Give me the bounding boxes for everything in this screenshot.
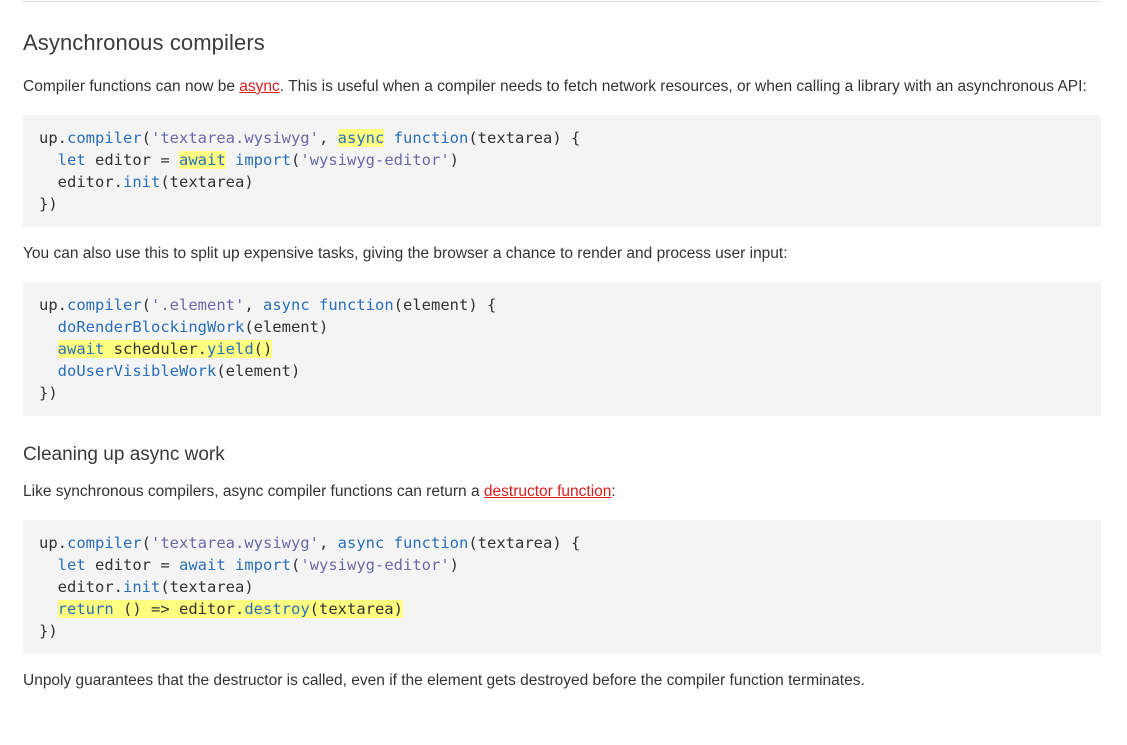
code-block-async-compiler: up.compiler('textarea.wysiwyg', async fu… <box>23 115 1101 227</box>
paragraph-split-tasks: You can also use this to split up expens… <box>23 245 788 262</box>
subsection-intro: Like synchronous compilers, async compil… <box>23 483 616 500</box>
section-intro: Compiler functions can now be async. Thi… <box>23 78 1087 95</box>
subsection-heading: Cleaning up async work <box>23 444 225 465</box>
code-block-scheduler-yield: up.compiler('.element', async function(e… <box>23 282 1101 416</box>
docs-page: Asynchronous compilers Compiler function… <box>23 0 1101 692</box>
destructor-function-link[interactable]: destructor function <box>484 483 612 500</box>
top-divider <box>23 1 1101 2</box>
async-link[interactable]: async <box>239 78 280 95</box>
section-heading: Asynchronous compilers <box>23 30 265 55</box>
paragraph-destructor-guarantee: Unpoly guarantees that the destructor is… <box>23 672 865 689</box>
code-block-destructor: up.compiler('textarea.wysiwyg', async fu… <box>23 520 1101 654</box>
